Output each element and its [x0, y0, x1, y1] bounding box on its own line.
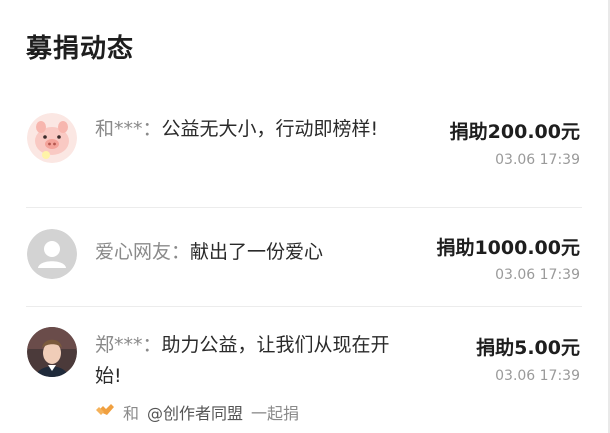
- list-item[interactable]: 郑***：助力公益，让我们从现在开始! 捐助5.00元 03.06 17:39 …: [0, 0, 608, 433]
- donation-time: 03.06 17:39: [495, 368, 580, 384]
- joint-donation-line[interactable]: 和 @创作者同盟 一起捐: [95, 400, 299, 424]
- donation-amount: 捐助5.00元: [476, 337, 580, 359]
- donation-message: 郑***：助力公益，让我们从现在开始!: [95, 330, 415, 392]
- joint-donor-name: 和: [123, 404, 140, 423]
- joint-action-text: 一起捐: [251, 404, 300, 423]
- person-photo-avatar[interactable]: [27, 327, 77, 377]
- organization-link[interactable]: @创作者同盟: [147, 400, 243, 424]
- donation-feed: 募捐动态 和***：公益无大小，行动即榜样! 捐助200.00元 03.06 1…: [0, 0, 610, 433]
- handshake-heart-icon: [95, 402, 115, 422]
- donor-name: 郑***：: [95, 334, 162, 356]
